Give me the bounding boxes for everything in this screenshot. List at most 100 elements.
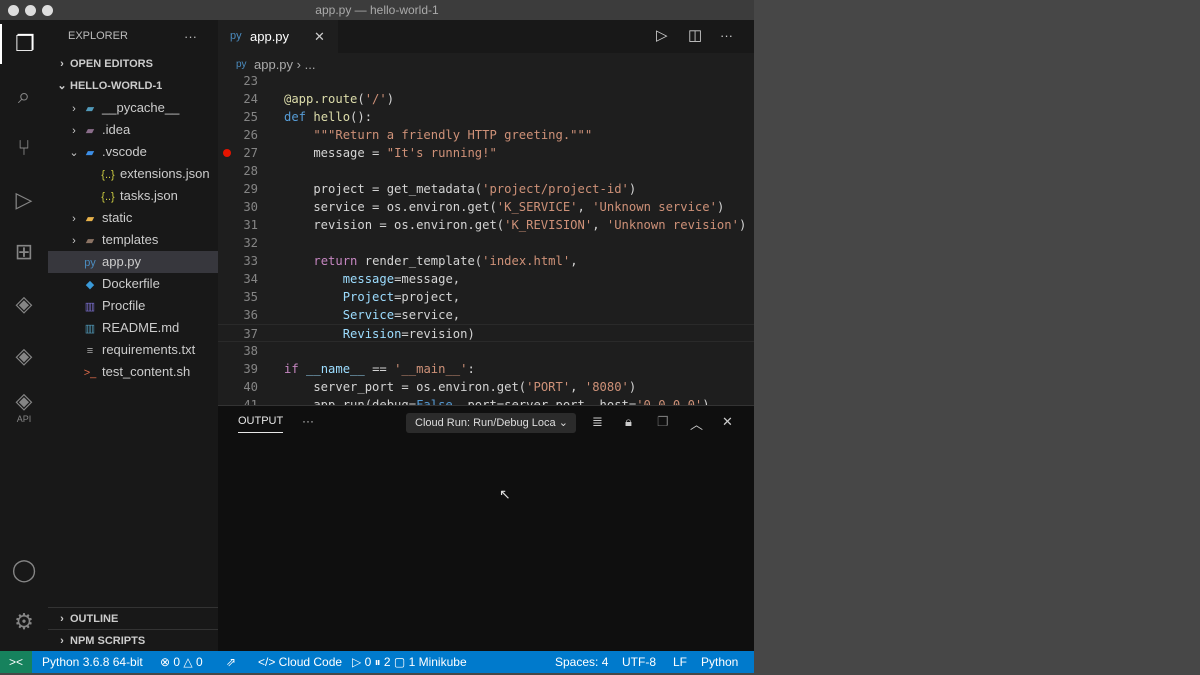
npm-scripts-section[interactable]: › NPM SCRIPTS	[48, 629, 218, 651]
file-type-icon: {..}	[101, 191, 115, 203]
file-tree-label: README.md	[102, 320, 180, 335]
file-tree-label: .idea	[102, 122, 131, 137]
encoding[interactable]: UTF-8	[622, 651, 656, 673]
file-tree-item[interactable]: {..} extensions.json	[48, 163, 218, 185]
file-tree-label: Procfile	[102, 298, 146, 313]
close-panel-icon[interactable]: ✕	[722, 414, 733, 430]
code-text: def hello():	[284, 110, 373, 124]
cloud-code-icon[interactable]: ◈	[0, 284, 48, 324]
file-type-icon: ▰	[85, 125, 95, 137]
project-section[interactable]: ⌄ HELLO-WORLD-1	[48, 75, 218, 97]
source-control-icon[interactable]: ⑂	[0, 128, 48, 168]
account-icon[interactable]: ◯	[0, 550, 48, 590]
file-tree-label: static	[102, 210, 133, 225]
file-type-icon: ▰	[85, 147, 95, 159]
file-tree-label: extensions.json	[120, 166, 210, 181]
remote-button[interactable]: ><	[0, 651, 32, 673]
file-tree-item[interactable]: ≡ requirements.txt	[48, 339, 218, 361]
tab-output[interactable]: OUTPUT	[238, 415, 284, 433]
line-number: 34	[243, 272, 258, 286]
file-tree-item[interactable]: ▥ README.md	[48, 317, 218, 339]
code-text: return render_template('index.html',	[313, 254, 578, 268]
code-line: 29 project = get_metadata('project/proje…	[218, 180, 754, 198]
code-line: 23	[218, 72, 754, 90]
file-type-icon: py	[84, 257, 96, 269]
cloud-code-status[interactable]: </> Cloud Code	[258, 651, 342, 673]
file-tree-item[interactable]: › ▰ __pycache__	[48, 97, 218, 119]
file-tree-label: .vscode	[102, 144, 147, 159]
extensions-icon[interactable]: ⊞	[0, 232, 48, 272]
problems-indicator[interactable]: ⊗ 0 △ 0	[160, 651, 203, 673]
file-tree-item[interactable]: py app.py	[48, 251, 218, 273]
code-line: 40 server_port = os.environ.get('PORT', …	[218, 378, 754, 396]
line-number: 41	[243, 398, 258, 405]
file-tree-item[interactable]: › ▰ .idea	[48, 119, 218, 141]
python-interpreter[interactable]: Python 3.6.8 64-bit	[42, 651, 143, 673]
chevron-icon: ⌄	[69, 147, 79, 159]
explorer-sidebar: EXPLORER ··· › OPEN EDITORS ⌄ HELLO-WORLD-…	[48, 20, 218, 651]
explorer-icon[interactable]: ❐	[0, 24, 48, 64]
indentation[interactable]: Spaces: 4	[555, 651, 608, 673]
code-line: 26 """Return a friendly HTTP greeting.""…	[218, 126, 754, 144]
file-type-icon: ≡	[86, 345, 94, 357]
cloud-run-icon[interactable]: ◈	[0, 336, 48, 376]
code-line: 36 Service=service,	[218, 306, 754, 324]
file-tree-item[interactable]: ◆ Dockerfile	[48, 273, 218, 295]
language-mode[interactable]: Python	[701, 651, 738, 673]
more-actions-button[interactable]: ···	[184, 20, 197, 53]
close-window-button[interactable]	[8, 5, 19, 16]
code-editor[interactable]: 23 24 @app.route('/') 25 def hello(): 26 """R…	[218, 72, 754, 405]
more-actions-icon[interactable]: ···	[720, 28, 733, 43]
output-panel: OUTPUT ··· Cloud Run: Run/Debug Loca ⌄ ≣ …	[218, 405, 754, 651]
run-file-icon[interactable]: ▷	[656, 26, 668, 44]
file-tree-item[interactable]: › ▰ templates	[48, 229, 218, 251]
file-tree-label: app.py	[102, 254, 142, 269]
file-tree-item[interactable]: {..} tasks.json	[48, 185, 218, 207]
code-line: 37 Revision=revision)	[218, 324, 754, 342]
code-text: server_port = os.environ.get('PORT', '80…	[284, 380, 637, 394]
outline-section[interactable]: › OUTLINE	[48, 607, 218, 629]
code-line: 35 Project=project,	[218, 288, 754, 306]
line-number: 40	[243, 380, 258, 394]
open-editors-section[interactable]: › OPEN EDITORS	[48, 53, 218, 75]
vscode-window: app.py — hello-world-1 ❐ ⌕ ⑂ ▷ ⊞ ◈ ◈ ◈ AP…	[0, 0, 754, 673]
file-tree-item[interactable]: >_ test_content.sh	[48, 361, 218, 383]
chevron-down-icon: ⌄	[558, 417, 568, 429]
search-icon[interactable]: ⌕	[0, 76, 48, 116]
code-line: 38	[218, 342, 754, 360]
maximize-window-button[interactable]	[42, 5, 53, 16]
file-type-icon: ▥	[84, 323, 96, 335]
code-line: 27 message = "It's running!"	[218, 144, 754, 162]
line-ending[interactable]: LF	[673, 651, 687, 673]
line-number: 25	[243, 110, 258, 124]
file-tree-item[interactable]: ⌄ ▰ .vscode	[48, 141, 218, 163]
editor-tabs: py app.py ✕ ▷ ◫ ···	[218, 20, 754, 53]
open-log-icon[interactable]: ❐	[657, 414, 669, 430]
panel-more-icon[interactable]: ···	[302, 414, 314, 428]
split-editor-icon[interactable]: ◫	[688, 26, 702, 44]
run-debug-icon[interactable]: ▷	[0, 180, 48, 220]
title-bar: app.py — hello-world-1	[0, 0, 754, 20]
tab-app-py[interactable]: py app.py ✕	[218, 20, 338, 53]
minikube-status[interactable]: ▷ 0 ⏸ 2 ▢ 1 Minikube	[352, 651, 467, 673]
explorer-title: EXPLORER ···	[48, 20, 218, 53]
code-text: message=message,	[342, 272, 461, 286]
close-tab-icon[interactable]: ✕	[314, 20, 325, 53]
file-type-icon: ▥	[84, 301, 96, 313]
deploy-icon[interactable]: ⇗	[226, 651, 236, 673]
code-line: 31 revision = os.environ.get('K_REVISION…	[218, 216, 754, 234]
clear-output-icon[interactable]: ≣	[592, 414, 603, 430]
file-tree-item[interactable]: › ▰ static	[48, 207, 218, 229]
code-line: 33 return render_template('index.html',	[218, 252, 754, 270]
code-text: project = get_metadata('project/project-…	[284, 182, 637, 196]
maximize-panel-icon[interactable]: ︿	[690, 414, 703, 433]
minimize-window-button[interactable]	[25, 5, 36, 16]
chevron-icon: ›	[72, 125, 76, 137]
output-channel-select[interactable]: Cloud Run: Run/Debug Loca ⌄	[406, 413, 576, 433]
api-icon[interactable]: ◈ API	[0, 386, 48, 426]
lock-icon[interactable]: 🔒︎	[625, 414, 632, 430]
gear-icon[interactable]: ⚙	[0, 602, 48, 642]
file-tree-item[interactable]: ▥ Procfile	[48, 295, 218, 317]
code-text: Service=service,	[342, 308, 461, 322]
file-type-icon: ▰	[85, 103, 95, 115]
